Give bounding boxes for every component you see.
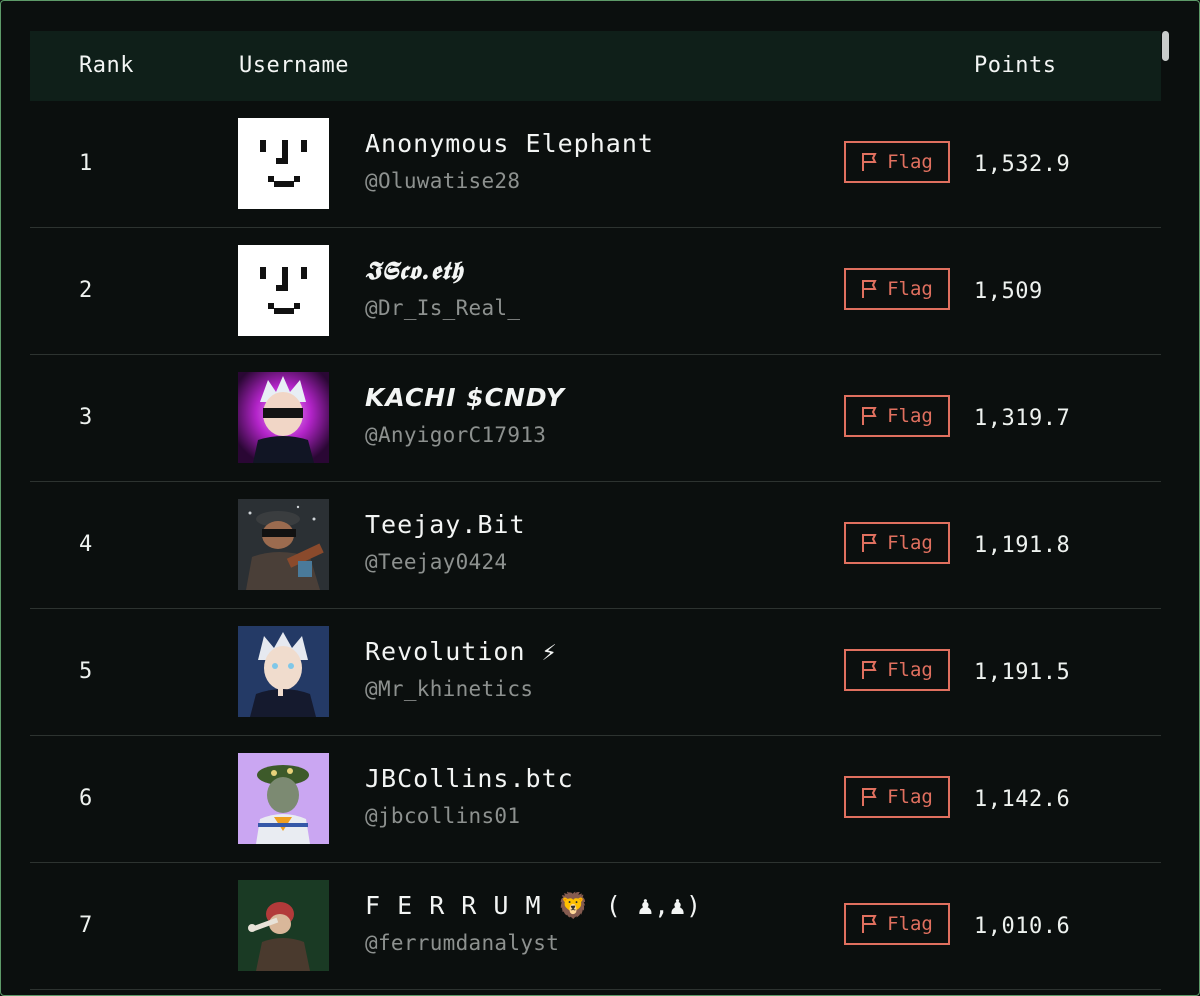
flag-icon	[862, 661, 877, 679]
display-name: 𝕴𝕾𝖈𝖔.𝖊𝖙𝖍	[365, 256, 464, 285]
user-handle[interactable]: @Dr_Is_Real_	[365, 296, 520, 320]
table-row: 6 JBCollins.btc @jbcollins01 Flag 1,142.…	[30, 736, 1161, 863]
flag-icon	[862, 153, 877, 171]
avatar[interactable]	[238, 499, 329, 590]
flag-label: Flag	[887, 405, 933, 427]
flag-label: Flag	[887, 786, 933, 808]
leaderboard-table: Rank Username Points 1 Anonymous Elephan…	[30, 31, 1161, 990]
points-column-header: Points	[974, 53, 1057, 78]
flag-button[interactable]: Flag	[844, 268, 950, 310]
flag-icon	[862, 788, 877, 806]
table-row: 3 KACHI $CNDY @AnyigorC17913 Flag 1,319.…	[30, 355, 1161, 482]
points-value: 1,010.6	[974, 914, 1071, 939]
display-name: KACHI $CNDY	[365, 383, 565, 412]
user-handle[interactable]: @Mr_khinetics	[365, 677, 533, 701]
display-name: JBCollins.btc	[365, 764, 574, 793]
table-row: 7 F E R R U M 🦁 ( ♟,♟) @ferrumdanalyst F…	[30, 863, 1161, 990]
flag-button[interactable]: Flag	[844, 395, 950, 437]
smiley-face-icon	[238, 245, 329, 336]
points-value: 1,319.7	[974, 406, 1071, 431]
flag-label: Flag	[887, 913, 933, 935]
flag-button[interactable]: Flag	[844, 649, 950, 691]
flag-button[interactable]: Flag	[844, 903, 950, 945]
table-row: 1 Anonymous Elephant @Oluwatise28 Flag 1…	[30, 101, 1161, 228]
avatar[interactable]	[238, 626, 329, 717]
display-name: Teejay.Bit	[365, 510, 526, 539]
nft-avatar-icon	[238, 880, 329, 971]
avatar[interactable]	[238, 753, 329, 844]
scrollbar-thumb[interactable]	[1162, 31, 1169, 61]
user-handle[interactable]: @ferrumdanalyst	[365, 931, 559, 955]
flag-button[interactable]: Flag	[844, 141, 950, 183]
display-name: Anonymous Elephant	[365, 129, 654, 158]
flag-icon	[862, 915, 877, 933]
avatar[interactable]	[238, 118, 329, 209]
flag-label: Flag	[887, 659, 933, 681]
points-value: 1,191.5	[974, 660, 1071, 685]
flag-icon	[862, 407, 877, 425]
points-value: 1,191.8	[974, 533, 1071, 558]
username-column-header: Username	[239, 53, 349, 78]
points-value: 1,509	[974, 279, 1043, 304]
table-header: Rank Username Points	[30, 31, 1161, 101]
nft-avatar-icon	[238, 753, 329, 844]
avatar[interactable]	[238, 880, 329, 971]
flag-icon	[862, 534, 877, 552]
table-row: 2 𝕴𝕾𝖈𝖔.𝖊𝖙𝖍 @Dr_Is_Real_ Flag 1,509	[30, 228, 1161, 355]
rank-value: 2	[79, 278, 93, 303]
flag-button[interactable]: Flag	[844, 776, 950, 818]
display-name: Revolution ⚡	[365, 637, 558, 666]
anime-avatar-icon	[238, 626, 329, 717]
character-avatar-icon	[238, 499, 329, 590]
avatar[interactable]	[238, 372, 329, 463]
rank-value: 7	[79, 913, 93, 938]
flag-label: Flag	[887, 151, 933, 173]
rank-value: 5	[79, 659, 93, 684]
display-name: F E R R U M 🦁 ( ♟,♟)	[365, 891, 703, 920]
rank-value: 1	[79, 151, 93, 176]
points-value: 1,142.6	[974, 787, 1071, 812]
anime-avatar-icon	[238, 372, 329, 463]
user-handle[interactable]: @AnyigorC17913	[365, 423, 546, 447]
user-handle[interactable]: @jbcollins01	[365, 804, 520, 828]
points-value: 1,532.9	[974, 152, 1071, 177]
flag-button[interactable]: Flag	[844, 522, 950, 564]
flag-label: Flag	[887, 532, 933, 554]
table-row: 5 Revolution ⚡ @Mr_khinetics Flag 1,191.…	[30, 609, 1161, 736]
avatar[interactable]	[238, 245, 329, 336]
smiley-face-icon	[238, 118, 329, 209]
user-handle[interactable]: @Oluwatise28	[365, 169, 520, 193]
rank-value: 6	[79, 786, 93, 811]
flag-label: Flag	[887, 278, 933, 300]
rank-column-header: Rank	[79, 53, 134, 78]
user-handle[interactable]: @Teejay0424	[365, 550, 507, 574]
rank-value: 3	[79, 405, 93, 430]
rank-value: 4	[79, 532, 93, 557]
table-row: 4 Teejay.Bit @Teejay0424 Flag 1,191.8	[30, 482, 1161, 609]
flag-icon	[862, 280, 877, 298]
